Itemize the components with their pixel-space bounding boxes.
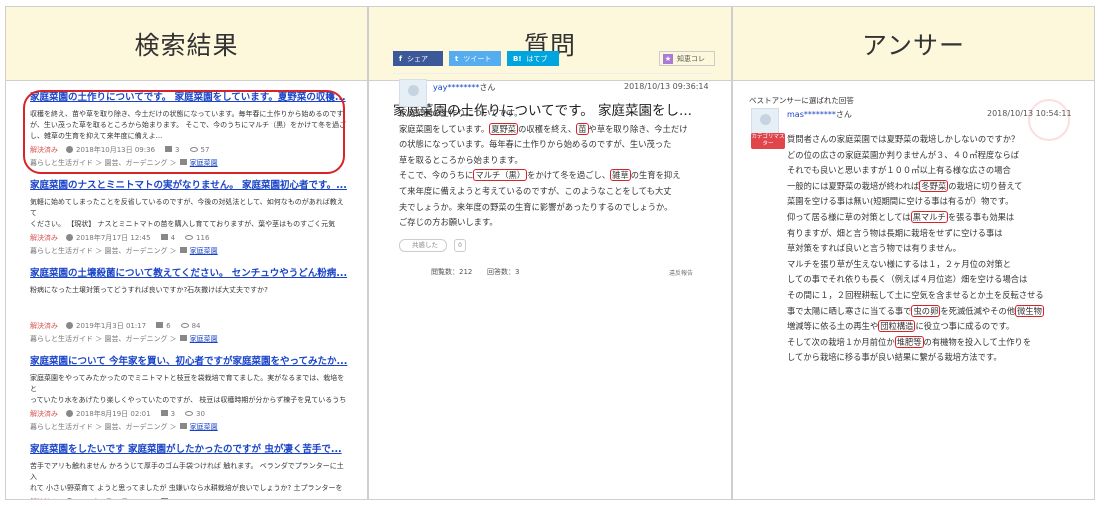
search-results-panel: 検索結果 家庭菜園の土作りについてです。 家庭菜園をしています。夏野菜の収穫..… xyxy=(5,6,368,500)
folder-icon xyxy=(179,247,187,253)
comment-icon xyxy=(160,410,168,416)
report-link[interactable]: 違反報告 xyxy=(669,268,693,277)
search-result-item: 家庭菜園の土壌殺菌について教えてください。 センチュウやうどん粉病... 粉病にな… xyxy=(30,267,349,355)
facebook-share-button[interactable]: f シェア xyxy=(393,51,443,66)
result-date: 2019年9月27日 08:10 xyxy=(76,498,151,499)
highlight-box: 黒マルチ xyxy=(910,210,948,223)
result-title-link[interactable]: 家庭菜園について 今年家を買い、初心者ですが家庭菜園をやってみたか... xyxy=(30,355,349,369)
clock-icon xyxy=(66,498,73,499)
folder-icon xyxy=(179,423,187,429)
questioner-avatar xyxy=(399,79,427,107)
answer-body: 質問者さんの家庭菜園では夏野菜の栽培しかしないのですか？ どの位の広さの家庭菜園… xyxy=(787,134,1044,363)
answerer-name: mas********さん xyxy=(787,110,852,119)
result-date: 2018年7月17日 12:45 xyxy=(76,234,151,242)
eye-icon xyxy=(185,499,193,500)
hatena-bookmark-button[interactable]: B! はてブ xyxy=(507,51,559,66)
highlight-box: マルチ（黒） xyxy=(473,169,528,182)
status-badge: 解決済み xyxy=(30,498,58,499)
comment-icon xyxy=(160,498,168,499)
search-result-item: 家庭菜園について 今年家を買い、初心者ですが家庭菜園をやってみたか... 家庭菜園… xyxy=(30,355,349,443)
eye-icon xyxy=(185,411,194,416)
chiecolle-button[interactable]: ★ 知恵コレ xyxy=(659,51,715,66)
eye-icon xyxy=(180,323,189,328)
comment-icon xyxy=(156,322,164,328)
star-icon: ★ xyxy=(663,53,673,64)
clock-icon xyxy=(66,410,73,417)
result-meta: 解決済み 2019年1月3日 01:17 6 84 xyxy=(30,321,349,332)
highlight-box: 冬野菜 xyxy=(919,179,949,192)
category-link[interactable]: 家庭菜園 xyxy=(190,335,218,343)
status-badge: 解決済み xyxy=(30,234,58,242)
questioner-name: yay********さん xyxy=(433,83,496,92)
answer-count: 回答数：3 xyxy=(487,268,520,276)
answerer-avatar xyxy=(751,108,779,136)
empathy-button[interactable]: 共感した xyxy=(399,239,447,252)
status-badge: 解決済み xyxy=(30,410,58,418)
view-count: 116 xyxy=(196,234,210,242)
category-master-badge: カテゴリマスター xyxy=(751,133,785,149)
twitter-icon: t xyxy=(455,54,459,63)
clock-icon xyxy=(66,322,73,329)
result-category: 暮らしと生活ガイド ＞ 園芸、ガーデニング ＞家庭菜園 xyxy=(30,247,218,255)
question-timestamp: 2018/10/13 09:36:14 xyxy=(624,82,709,91)
clock-icon xyxy=(66,234,73,241)
category-link[interactable]: 家庭菜園 xyxy=(190,247,218,255)
highlight-box: 堆肥等 xyxy=(894,335,924,348)
result-meta: 解決済み 2018年8月19日 02:01 3 30 xyxy=(30,409,349,420)
result-snippet: 粉病になった土壌対策ってどうすれば良いですか?石灰撒けば大丈夫ですか? xyxy=(30,286,268,294)
question-panel: 質問 家庭菜園の土作りについてです。 家庭菜園をし... f シェア t ツイート … xyxy=(368,6,732,500)
result-meta: 解決済み 2019年9月27日 08:10 6 49 xyxy=(30,497,349,500)
highlight-box: 微生物 xyxy=(1015,304,1044,317)
result-title-link[interactable]: 家庭菜園をしたいです 家庭菜園がしたかったのですが 虫が凄く苦手で... xyxy=(30,443,349,457)
result-title-link[interactable]: 家庭菜園の土壌殺菌について教えてください。 センチュウやうどん粉病... xyxy=(30,267,349,281)
search-results-header: 検索結果 xyxy=(6,7,367,81)
twitter-share-button[interactable]: t ツイート xyxy=(449,51,501,66)
view-count: 49 xyxy=(196,498,205,499)
hatena-icon: B! xyxy=(513,54,522,63)
empathy-count: 0 xyxy=(454,239,466,252)
answer-timestamp: 2018/10/13 10:54:11 xyxy=(987,109,1072,118)
status-badge: 解決済み xyxy=(30,322,58,330)
view-count: 閲覧数：212 xyxy=(431,268,473,276)
result-title-link[interactable]: 家庭菜園のナスとミニトマトの実がなりません。 家庭菜園初心者です。... xyxy=(30,179,349,193)
answer-header: アンサー xyxy=(733,7,1094,81)
highlight-box: 夏野菜 xyxy=(489,122,519,135)
result-category: 暮らしと生活ガイド ＞ 園芸、ガーデニング ＞家庭菜園 xyxy=(30,423,218,431)
answer-count: 6 xyxy=(166,322,171,330)
answerer-link[interactable]: mas******** xyxy=(787,110,836,119)
category-link[interactable]: 家庭菜園 xyxy=(190,423,218,431)
question-header: 質問 xyxy=(369,7,731,81)
answer-count: 3 xyxy=(170,410,176,418)
highlight-box: 苗 xyxy=(576,122,589,135)
result-category: 暮らしと生活ガイド ＞ 園芸、ガーデニング ＞家庭菜園 xyxy=(30,335,218,343)
question-body: 家庭菜園の土作りについてです。 家庭菜園をしています。 夏野菜 の収穫を終え、苗や草… xyxy=(399,108,688,228)
answer-panel: アンサー ベストアンサーに選ばれた回答 カテゴリマスター mas********… xyxy=(732,6,1095,500)
search-result-item: 家庭菜園をしたいです 家庭菜園がしたかったのですが 虫が凄く苦手で... 苦手でア… xyxy=(30,443,349,500)
highlight-box: 虫の卵 xyxy=(911,304,941,317)
highlight-circle xyxy=(23,90,345,174)
result-snippet: 家庭菜園をやってみたかったのでミニトマトと枝豆を袋栽培で育てました。実がなるまで… xyxy=(30,374,347,404)
facebook-icon: f xyxy=(399,54,403,63)
answer-count: 4 xyxy=(170,234,176,242)
view-count: 84 xyxy=(191,322,201,330)
eye-icon xyxy=(185,235,194,240)
best-answer-label: ベストアンサーに選ばれた回答 xyxy=(749,96,854,105)
divider xyxy=(393,73,713,74)
comment-icon xyxy=(160,234,168,240)
highlight-box: 雑草 xyxy=(610,169,631,182)
result-snippet: 苦手でアリも触れません かろうじて厚手のゴム手袋つければ 触れます。 ベランダで… xyxy=(30,462,344,492)
search-result-item: 家庭菜園のナスとミニトマトの実がなりません。 家庭菜園初心者です。... 気軽に始… xyxy=(30,179,349,267)
result-date: 2018年8月19日 02:01 xyxy=(76,410,151,418)
result-snippet: 気軽に始めてしまったことを反省しているのですが、今後の対処法として、如何なものが… xyxy=(30,198,344,228)
highlight-box: 団粒構造 xyxy=(878,320,916,333)
result-date: 2019年1月3日 01:17 xyxy=(76,322,147,330)
view-count: 30 xyxy=(196,410,205,418)
answer-count: 6 xyxy=(171,498,175,499)
questioner-link[interactable]: yay******** xyxy=(433,83,479,92)
result-meta: 解決済み 2018年7月17日 12:45 4 116 xyxy=(30,233,349,244)
folder-icon xyxy=(179,335,187,341)
